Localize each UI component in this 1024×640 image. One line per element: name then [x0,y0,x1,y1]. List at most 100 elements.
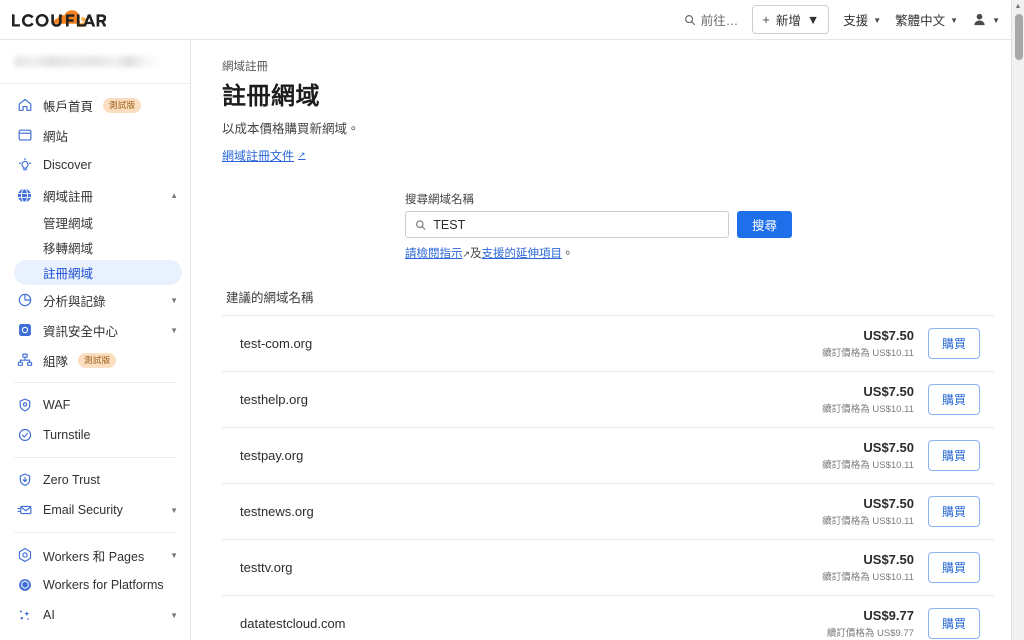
renewal-price: 續訂價格為 US$9.77 [826,627,914,639]
results-heading: 建議的網域名稱 [226,291,314,305]
sidebar-item-label: Zero Trust [43,473,100,487]
page-body: 帳戶首頁 測試版 網站 Discover 網域註冊 ▲ 管理網域 移轉網域 註冊… [0,40,1024,640]
sidebar-item-turnstile[interactable]: Turnstile [0,420,190,450]
sidebar-item-ai[interactable]: AI ▼ [0,600,190,630]
sidebar-item-account-home[interactable]: 帳戶首頁 測試版 [0,90,190,120]
global-search[interactable]: 前往… [684,10,738,29]
globe-icon [16,187,33,204]
price-column: US$9.77 續訂價格為 US$9.77 [827,608,914,639]
sidebar-item-domain-registration[interactable]: 網域註冊 ▲ [0,180,190,210]
price-column: US$7.50 續訂價格為 US$10.11 [822,384,914,415]
sidebar-item-label: 網域註冊 [43,189,94,204]
search-input[interactable] [433,217,719,232]
sidebar-item-email-security[interactable]: Email Security ▼ [0,495,190,525]
sidebar-nav: 帳戶首頁 測試版 網站 Discover 網域註冊 ▲ 管理網域 移轉網域 註冊… [0,84,190,630]
add-button-label: 新增 [775,14,801,28]
price-column: US$7.50 續訂價格為 US$10.11 [822,552,914,583]
page-header: 網域註冊 註冊網域 以成本價格購買新網域。 網域註冊文件 ↗ 搜尋網域名稱 TE… [191,58,1024,261]
sidebar-item-teams[interactable]: 組隊 測試版 [0,345,190,375]
table-row: testnews.org US$7.50 續訂價格為 US$10.11 購買 [222,483,994,539]
suggested-domains-section: 建議的網域名稱 test-com.org US$7.50 續訂價格為 US$10.1… [191,287,1024,640]
sidebar-subitem-transfer-domains[interactable]: 移轉網域 [0,235,190,260]
search-button[interactable]: 搜尋 [737,211,793,238]
hint-suffix: 。 [562,248,574,260]
buy-button[interactable]: 購買 [927,496,980,527]
buy-button[interactable]: 購買 [927,328,980,359]
sidebar: 帳戶首頁 測試版 網站 Discover 網域註冊 ▲ 管理網域 移轉網域 註冊… [0,40,191,640]
language-menu[interactable]: 繁體中文 ▼ [895,10,958,29]
sidebar-item-label: Workers 和 Pages [43,549,145,564]
sidebar-item-analytics-logs[interactable]: 分析與記錄 ▼ [0,285,190,315]
user-menu[interactable]: ▼ [972,12,1000,27]
waf-icon [16,397,33,414]
top-right-actions: 前往… + 新增 ▼ 支援 ▼ 繁體中文 ▼ ▼ [684,5,1014,34]
row-actions: US$7.50 續訂價格為 US$10.11 購買 [822,328,980,359]
sidebar-item-workers-for-platforms[interactable]: Workers for Platforms [0,570,190,600]
sidebar-item-discover[interactable]: Discover [0,150,190,180]
email-security-icon [16,502,33,519]
chevron-down-icon: ▼ [170,505,178,515]
sidebar-item-security-center[interactable]: 資訊安全中心 ▼ [0,315,190,345]
results-heading-wrap: 建議的網域名稱 [191,287,1024,315]
domain-name: testnews.org [240,504,314,519]
analytics-icon [16,292,33,309]
renewal-price: 續訂價格為 US$10.11 [822,516,914,527]
cloudflare-logo[interactable] [8,5,106,35]
instructions-link[interactable]: 請檢閱指示 [405,248,463,260]
add-button[interactable]: + 新增 ▼ [752,5,830,34]
external-link-icon: ↗ [298,150,306,160]
sidebar-item-label: Email Security [43,503,123,517]
top-navigation-bar: 前往… + 新增 ▼ 支援 ▼ 繁體中文 ▼ ▼ [0,0,1024,40]
sidebar-item-label: 分析與記錄 [43,294,106,309]
sidebar-item-workers-and-pages[interactable]: Workers 和 Pages ▼ [0,540,190,570]
search-hint: 請檢閱指示↗及支援的延伸項目。 [405,245,994,261]
teams-icon [16,352,33,369]
chevron-down-icon: ▼ [806,12,820,27]
domain-price: US$7.50 [863,552,914,567]
browser-scrollbar[interactable]: ▲ [1011,0,1024,640]
row-actions: US$7.50 續訂價格為 US$10.11 購買 [822,440,980,471]
sidebar-item-label: Discover [43,158,92,172]
price-column: US$7.50 續訂價格為 US$10.11 [822,496,914,527]
buy-button[interactable]: 購買 [927,552,980,583]
row-actions: US$7.50 續訂價格為 US$10.11 購買 [822,496,980,527]
search-icon [415,219,426,230]
search-row: 搜尋 [405,211,994,238]
account-name-redacted [14,56,162,67]
chevron-down-icon: ▼ [992,16,1000,25]
home-icon [16,97,33,114]
chevron-down-icon: ▼ [170,295,178,305]
zero-trust-icon [16,472,33,489]
sidebar-item-zero-trust[interactable]: Zero Trust [0,465,190,495]
sidebar-subitem-label: 移轉網域 [43,242,94,256]
page-title: 註冊網域 [222,83,320,110]
hint-middle: 及 [470,248,482,260]
documentation-link[interactable]: 網域註冊文件 ↗ [222,147,306,164]
row-actions: US$7.50 續訂價格為 US$10.11 購買 [822,552,980,583]
domain-price: US$7.50 [863,496,914,511]
table-row: datatestcloud.com US$9.77 續訂價格為 US$9.77 購買 [222,595,994,640]
buy-button[interactable]: 購買 [927,384,980,415]
app-window: 前往… + 新增 ▼ 支援 ▼ 繁體中文 ▼ ▼ 帳戶首頁 測試版 網站 Dis… [0,0,1024,640]
sidebar-item-waf[interactable]: WAF [0,390,190,420]
support-menu-label: 支援 [843,14,869,28]
supported-tlds-link[interactable]: 支援的延伸項目 [482,248,563,260]
domain-price: US$7.50 [863,440,914,455]
table-row: test-com.org US$7.50 續訂價格為 US$10.11 購買 [222,315,994,371]
search-field-wrapper[interactable] [405,211,729,238]
price-column: US$7.50 續訂價格為 US$10.11 [822,440,914,471]
buy-button[interactable]: 購買 [927,440,980,471]
sidebar-item-label: 網站 [43,129,69,144]
support-menu[interactable]: 支援 ▼ [843,10,881,29]
scroll-up-arrow-icon[interactable]: ▲ [1012,0,1024,13]
sidebar-subitem-register-domains[interactable]: 註冊網域 [14,260,182,285]
documentation-link-label: 網域註冊文件 [222,149,295,163]
sidebar-item-websites[interactable]: 網站 [0,120,190,150]
account-selector[interactable] [0,40,190,84]
main-content: 網域註冊 註冊網域 以成本價格購買新網域。 網域註冊文件 ↗ 搜尋網域名稱 TE… [191,40,1024,640]
scrollbar-thumb[interactable] [1014,14,1023,60]
buy-button[interactable]: 購買 [927,607,980,639]
sidebar-subitem-manage-domains[interactable]: 管理網域 [0,210,190,235]
chevron-down-icon: ▼ [170,550,178,560]
workers-platforms-icon [16,577,33,594]
